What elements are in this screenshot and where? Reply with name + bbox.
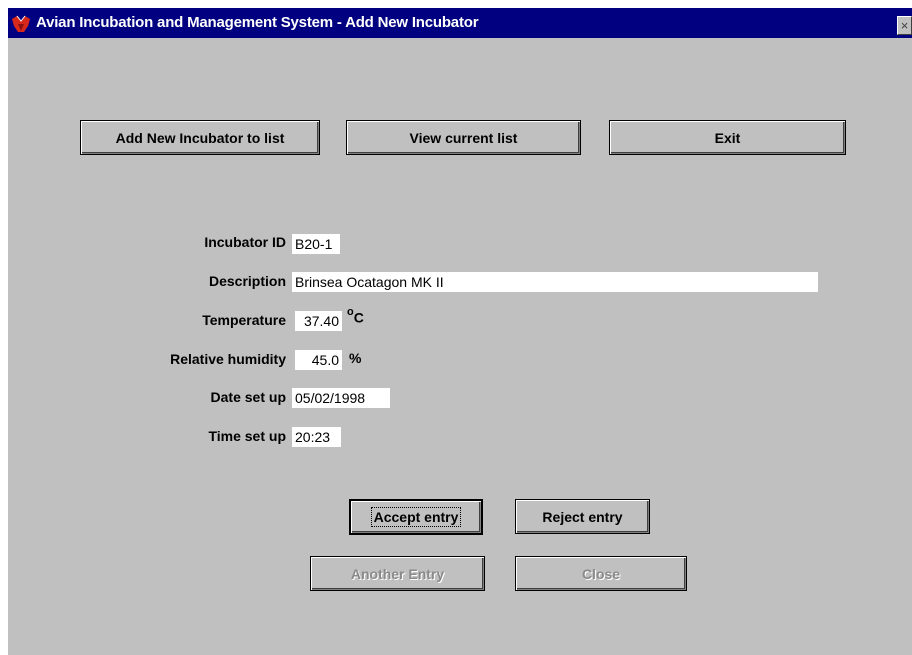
date-set-up-label: Date set up [210, 389, 286, 405]
another-entry-button-label: Another Entry [350, 565, 445, 582]
accept-entry-button-label: Accept entry [370, 507, 462, 527]
add-new-incubator-button-label: Add New Incubator to list [115, 129, 285, 146]
bird-icon [10, 15, 32, 35]
celsius-letter: C [353, 309, 364, 326]
temperature-field[interactable]: 37.40 [295, 311, 342, 331]
close-icon[interactable]: × [897, 16, 912, 35]
close-button-label: Close [581, 565, 621, 582]
reject-entry-button-label: Reject entry [542, 508, 623, 525]
date-set-up-field[interactable]: 05/02/1998 [292, 388, 390, 408]
time-set-up-label: Time set up [208, 428, 286, 444]
another-entry-button[interactable]: Another Entry [310, 556, 485, 591]
temperature-label: Temperature [202, 312, 286, 328]
humidity-label: Relative humidity [170, 351, 286, 367]
incubator-id-label: Incubator ID [204, 234, 286, 250]
accept-entry-button[interactable]: Accept entry [349, 499, 483, 535]
description-field[interactable]: Brinsea Ocatagon MK II [292, 272, 818, 292]
view-current-list-button-label: View current list [409, 129, 518, 146]
time-set-up-field[interactable]: 20:23 [292, 427, 341, 447]
add-incubator-window: Avian Incubation and Management System -… [8, 8, 912, 655]
humidity-field[interactable]: 45.0 [295, 350, 342, 370]
add-new-incubator-button[interactable]: Add New Incubator to list [80, 120, 320, 155]
reject-entry-button[interactable]: Reject entry [515, 499, 650, 534]
incubator-id-field[interactable]: B20-1 [292, 234, 340, 254]
description-label: Description [208, 273, 286, 289]
exit-button-label: Exit [714, 129, 741, 146]
humidity-unit: % [349, 350, 362, 366]
temperature-unit: oC [347, 306, 364, 326]
view-current-list-button[interactable]: View current list [346, 120, 581, 155]
close-button[interactable]: Close [515, 556, 687, 591]
exit-button[interactable]: Exit [609, 120, 846, 155]
window-title: Avian Incubation and Management System -… [36, 14, 479, 31]
degree-symbol: o [347, 306, 354, 318]
title-bar[interactable]: Avian Incubation and Management System -… [8, 8, 912, 38]
